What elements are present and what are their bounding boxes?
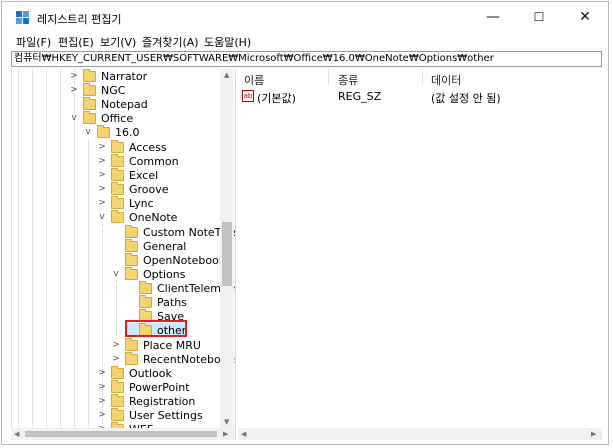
folder-icon: [139, 280, 152, 294]
value-name[interactable]: (기본값): [257, 90, 296, 106]
tree-node[interactable]: OpenNotebooks: [111, 252, 231, 267]
menu-help[interactable]: 도움말(H): [204, 34, 251, 50]
tree-node[interactable]: > Outlook: [97, 365, 172, 380]
pane-splitter[interactable]: [235, 69, 236, 440]
folder-icon: [111, 379, 124, 393]
folder-icon: [111, 167, 124, 181]
scroll-left-icon[interactable]: ◀: [14, 430, 19, 438]
menu-edit[interactable]: 편집(E): [58, 34, 94, 50]
folder-icon: [125, 224, 138, 238]
tree-node[interactable]: > Narrator: [69, 69, 147, 83]
scroll-right-icon[interactable]: ▶: [223, 430, 228, 438]
tree-node[interactable]: v 16.0: [83, 124, 140, 139]
folder-icon: [111, 209, 124, 223]
value-type: REG_SZ: [338, 90, 382, 103]
minimize-button[interactable]: —: [470, 2, 516, 32]
tree-node[interactable]: > Groove: [97, 181, 169, 196]
tree-node[interactable]: > NGC: [69, 82, 125, 97]
folder-icon: [125, 238, 138, 252]
maximize-button[interactable]: ☐: [516, 2, 562, 32]
tree-horizontal-scrollbar[interactable]: ◀ ▶: [11, 428, 234, 440]
tree-node[interactable]: ClientTelemetry: [125, 280, 235, 295]
tree-node[interactable]: > Place MRU: [111, 337, 201, 352]
address-bar[interactable]: 컴퓨터₩HKEY_CURRENT_USER₩SOFTWARE₩Microsoft…: [11, 51, 602, 67]
folder-icon: [83, 82, 96, 96]
key-tree: > Narrator > NGC Notepad v Office v 16.0 > Ac…: [11, 69, 235, 438]
window-title: 레지스트리 편집기: [37, 13, 122, 26]
scroll-thumb[interactable]: [222, 222, 232, 286]
folder-icon: [125, 351, 138, 365]
folder-icon: [111, 365, 124, 379]
menu-file[interactable]: 파일(F): [16, 34, 51, 50]
folder-icon: [125, 252, 138, 266]
string-value-icon: ab: [242, 90, 254, 102]
folder-icon: [125, 337, 138, 351]
tree-node[interactable]: > Registration: [97, 393, 195, 408]
tree-node[interactable]: v Office: [69, 110, 133, 125]
highlight-box: [125, 320, 187, 337]
tree-node[interactable]: Notepad: [69, 96, 148, 111]
folder-icon: [139, 294, 152, 308]
scroll-up-icon[interactable]: ▲: [224, 71, 229, 79]
folder-icon: [97, 124, 110, 138]
menu-favorites[interactable]: 즐겨찾기(A): [142, 34, 199, 50]
folder-icon: [111, 153, 124, 167]
column-header-type[interactable]: 종류: [338, 72, 358, 88]
folder-icon: [125, 266, 138, 280]
column-header-data[interactable]: 데이터: [431, 72, 461, 88]
tree-node[interactable]: > User Settings: [97, 407, 203, 422]
tree-node[interactable]: Custom NoteTags: [111, 224, 235, 239]
scroll-left-icon[interactable]: ◀: [241, 430, 246, 438]
menu-bar: 파일(F) 편집(E) 보기(V) 즐겨찾기(A) 도움말(H): [0, 32, 606, 50]
scroll-down-icon[interactable]: ▼: [224, 418, 229, 426]
folder-icon: [111, 181, 124, 195]
tree-node[interactable]: > PowerPoint: [97, 379, 190, 394]
tree-node[interactable]: > Access: [97, 139, 167, 154]
tree-node[interactable]: > Common: [97, 153, 179, 168]
registry-editor-icon: [16, 11, 29, 24]
column-header-name[interactable]: 이름: [244, 72, 264, 88]
folder-icon: [83, 110, 96, 124]
folder-icon: [111, 139, 124, 153]
tree-node[interactable]: v Options: [111, 266, 185, 281]
value-list: 이름 종류 데이터 ab (기본값) REG_SZ (값 설정 안 됨): [238, 69, 602, 428]
folder-icon: [111, 407, 124, 421]
folder-icon: [83, 96, 96, 110]
close-button[interactable]: ✕: [562, 2, 608, 32]
folder-icon: [83, 69, 96, 82]
tree-node[interactable]: Paths: [125, 294, 187, 309]
folder-icon: [111, 393, 124, 407]
tree-node[interactable]: General: [111, 238, 186, 253]
value-data: (값 설정 안 됨): [431, 92, 501, 105]
folder-icon: [111, 195, 124, 209]
menu-view[interactable]: 보기(V): [100, 34, 136, 50]
tree-node[interactable]: v OneNote: [97, 209, 177, 224]
title-bar: 레지스트리 편집기 — ☐ ✕: [2, 2, 608, 32]
tree-vertical-scrollbar[interactable]: ▲ ▼: [220, 69, 234, 428]
scroll-thumb[interactable]: [25, 431, 217, 437]
list-horizontal-scrollbar[interactable]: ◀ ▶: [238, 428, 602, 440]
tree-node[interactable]: > Lync: [97, 195, 154, 210]
scroll-right-icon[interactable]: ▶: [591, 430, 596, 438]
tree-node[interactable]: > Excel: [97, 167, 158, 182]
tree-node[interactable]: > RecentNotebooks: [111, 351, 235, 366]
